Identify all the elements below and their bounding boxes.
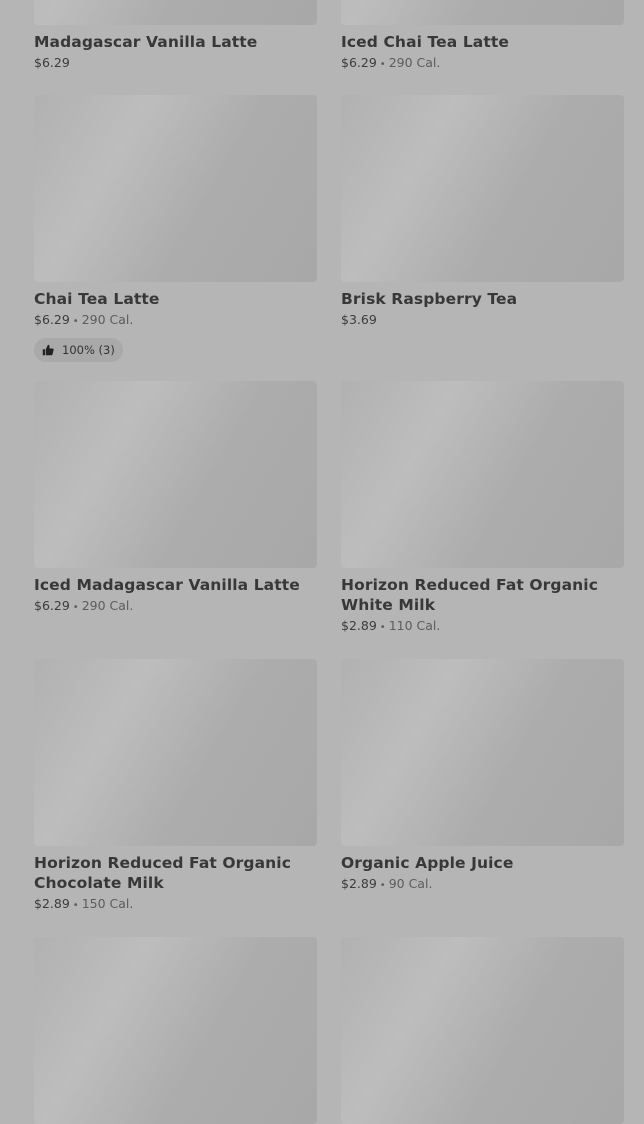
item-name[interactable]: Chai Tea Latte <box>34 289 317 309</box>
item-calories: 110 Cal. <box>388 618 441 633</box>
item-meta: $3.69 <box>341 312 624 328</box>
item-meta: $6.29 <box>34 55 317 71</box>
item-calories: 290 Cal. <box>81 598 134 613</box>
item-name[interactable]: Madagascar Vanilla Latte <box>34 32 317 52</box>
item-image[interactable] <box>34 0 317 25</box>
menu-item-card[interactable]: Organic Apple Juice $2.89 • 90 Cal. <box>341 659 624 894</box>
item-meta: $2.89 • 90 Cal. <box>341 876 624 894</box>
item-name[interactable]: Horizon Reduced Fat Organic White Milk <box>341 575 624 615</box>
item-image[interactable] <box>341 659 624 846</box>
menu-item-card[interactable]: Brisk Raspberry Tea $3.69 <box>341 95 624 328</box>
menu-item-card[interactable]: Chai Tea Latte $6.29 • 290 Cal. 100% (3) <box>34 95 317 362</box>
item-image[interactable] <box>341 381 624 568</box>
separator-dot: • <box>379 880 386 891</box>
item-price: $2.89 <box>34 896 70 911</box>
item-meta: $6.29 • 290 Cal. <box>341 55 624 73</box>
item-name[interactable]: Organic Apple Juice <box>341 853 624 873</box>
menu-item-card[interactable]: Iced Madagascar Vanilla Latte $6.29 • 290 … <box>34 381 317 616</box>
menu-item-card[interactable]: Madagascar Vanilla Latte $6.29 <box>34 0 317 71</box>
item-price: $6.29 <box>34 312 70 327</box>
item-price: $6.29 <box>34 598 70 613</box>
item-name[interactable]: Iced Chai Tea Latte <box>341 32 624 52</box>
item-meta: $2.89 • 110 Cal. <box>341 618 624 636</box>
item-name[interactable]: Horizon Reduced Fat Organic Chocolate Mi… <box>34 853 317 893</box>
separator-dot: • <box>379 59 386 70</box>
item-meta: $6.29 • 290 Cal. <box>34 312 317 330</box>
item-calories: 290 Cal. <box>388 55 441 70</box>
item-calories: 150 Cal. <box>81 896 134 911</box>
item-calories: 290 Cal. <box>81 312 134 327</box>
rating-text: 100% (3) <box>62 343 115 357</box>
item-price: $2.89 <box>341 876 377 891</box>
item-price: $6.29 <box>34 55 70 70</box>
menu-item-card[interactable]: Iced Chai Tea Latte $6.29 • 290 Cal. <box>341 0 624 73</box>
separator-dot: • <box>72 602 79 613</box>
rating-badge: 100% (3) <box>34 338 123 362</box>
item-image[interactable] <box>341 0 624 25</box>
item-price: $3.69 <box>341 312 377 327</box>
item-image[interactable] <box>341 95 624 282</box>
item-price: $2.89 <box>341 618 377 633</box>
separator-dot: • <box>72 316 79 327</box>
item-name[interactable]: Iced Madagascar Vanilla Latte <box>34 575 317 595</box>
separator-dot: • <box>379 622 386 633</box>
item-image[interactable] <box>34 95 317 282</box>
item-meta: $6.29 • 290 Cal. <box>34 598 317 616</box>
menu-item-card[interactable]: Horizon Reduced Fat Organic Chocolate Mi… <box>34 659 317 914</box>
item-name[interactable]: Brisk Raspberry Tea <box>341 289 624 309</box>
thumbs-up-icon <box>42 344 54 356</box>
item-price: $6.29 <box>341 55 377 70</box>
separator-dot: • <box>72 900 79 911</box>
menu-item-card[interactable]: Horizon Reduced Fat Organic White Milk $… <box>341 381 624 636</box>
item-image[interactable] <box>34 659 317 846</box>
menu-item-grid: Madagascar Vanilla Latte $6.29 Iced Chai… <box>0 0 644 1124</box>
item-image[interactable] <box>34 381 317 568</box>
item-meta: $2.89 • 150 Cal. <box>34 896 317 914</box>
item-calories: 90 Cal. <box>388 876 433 891</box>
